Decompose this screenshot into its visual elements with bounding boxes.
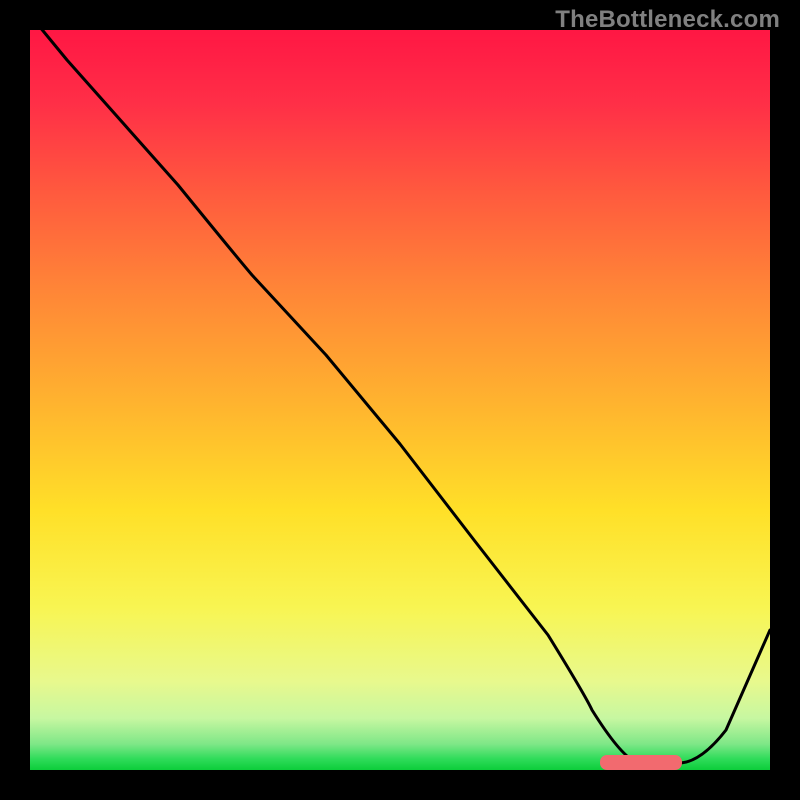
curve-svg: [30, 30, 770, 770]
bottleneck-curve: [30, 15, 770, 763]
watermark-text: TheBottleneck.com: [555, 6, 780, 34]
chart-stage: TheBottleneck.com: [0, 0, 800, 800]
optimal-zone-marker: [600, 755, 682, 770]
plot-area: [30, 30, 770, 770]
